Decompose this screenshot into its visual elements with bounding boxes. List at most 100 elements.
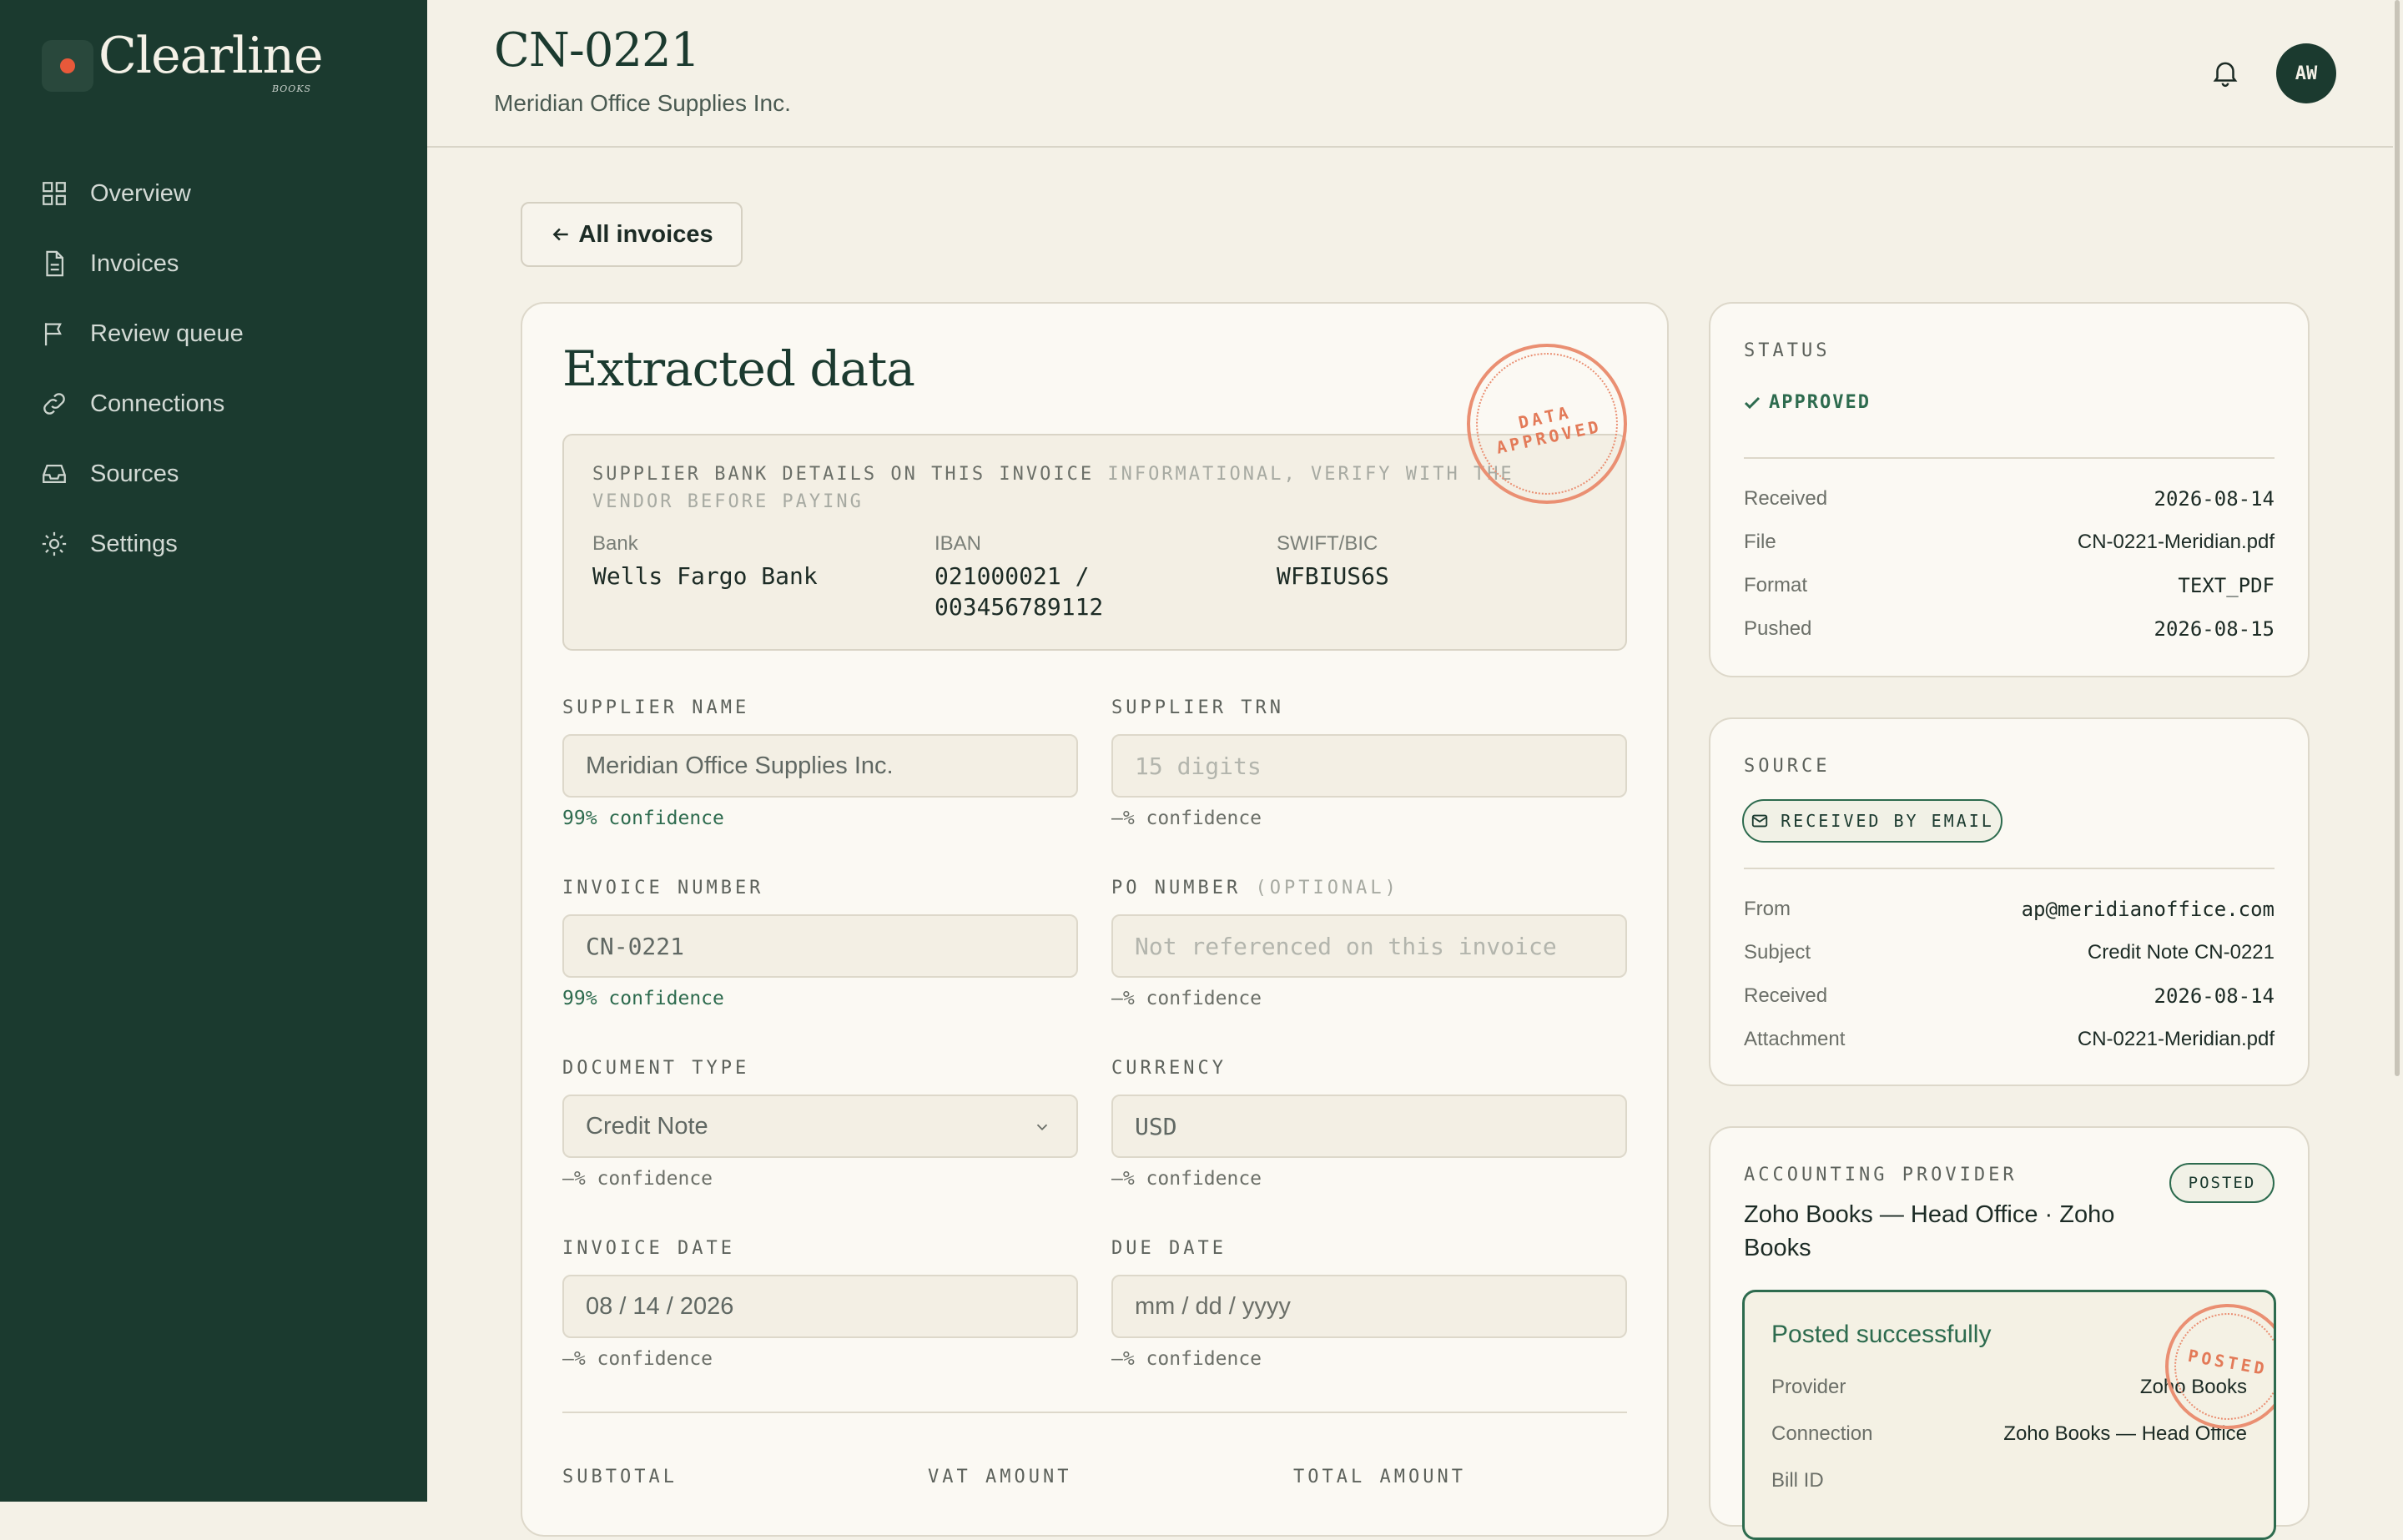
supplier-name-field[interactable]: Meridian Office Supplies Inc. [562, 734, 1078, 798]
confidence-label: —% confidence [1111, 988, 1262, 1009]
source-row-value: CN-0221-Meridian.pdf [2077, 1028, 2275, 1050]
confidence-label: 99% confidence [562, 808, 724, 829]
subtotal-label: SUBTOTAL [562, 1467, 678, 1487]
source-row-key: Received [1744, 984, 1828, 1007]
invoice-date-label: INVOICE DATE [562, 1238, 735, 1259]
document-type-label: DOCUMENT TYPE [562, 1058, 750, 1079]
mail-icon [1751, 814, 1768, 828]
bank-heading: SUPPLIER BANK DETAILS ON THIS INVOICE [592, 464, 1095, 485]
iban-label: IBAN [934, 532, 982, 555]
invoice-number-label: INVOICE NUMBER [562, 878, 764, 898]
status-row-value: 2026-08-14 [2154, 487, 2275, 511]
swift-column: SWIFT/BIC WFBIUS6S [1277, 532, 1389, 591]
document-icon [46, 250, 64, 277]
confidence-label: —% confidence [562, 1348, 713, 1370]
document-type-select[interactable]: Credit Note [562, 1095, 1078, 1158]
received-by-email-badge: RECEIVED BY EMAIL [1742, 799, 2002, 843]
provider-row-key: Connection [1771, 1422, 1873, 1445]
sidebar: Clearline BOOKS Overview Invoices Review… [0, 0, 427, 1502]
provider-name: Zoho Books — Head Office · Zoho Books [1744, 1201, 2115, 1261]
nav-label: Invoices [90, 249, 179, 277]
nav-connections[interactable]: Connections [40, 380, 390, 427]
flag-icon [44, 323, 62, 346]
supplier-trn-field[interactable]: 15 digits [1111, 734, 1627, 798]
bank-column: Bank Wells Fargo Bank [592, 532, 818, 591]
grid-icon [43, 182, 66, 205]
due-date-label: DUE DATE [1111, 1238, 1227, 1259]
link-icon [43, 393, 65, 415]
posted-stamp: POSTED [2165, 1304, 2274, 1429]
divider [562, 1412, 1627, 1413]
scrollbar[interactable] [2395, 0, 2400, 1076]
brand-tag: BOOKS [272, 83, 312, 94]
data-approved-stamp: DATA APPROVED [1467, 344, 1627, 504]
brand-name: Clearline [98, 27, 324, 85]
bank-label: Bank [592, 532, 638, 555]
avatar[interactable]: AW [2276, 43, 2336, 103]
nav-settings[interactable]: Settings [40, 521, 390, 567]
invoice-number-field[interactable]: CN-0221 [562, 914, 1078, 978]
swift-value: WFBIUS6S [1277, 562, 1389, 590]
status-approved: APPROVED [1742, 392, 1871, 413]
source-row-key: Subject [1744, 941, 1811, 964]
nav-label: Review queue [90, 320, 244, 347]
currency-field[interactable]: USD [1111, 1095, 1627, 1158]
confidence-label: —% confidence [562, 1168, 713, 1190]
chevron-down-icon [1036, 1124, 1048, 1131]
bank-details-box: SUPPLIER BANK DETAILS ON THIS INVOICE IN… [562, 434, 1627, 651]
badge-text: RECEIVED BY EMAIL [1781, 811, 1994, 831]
swift-label: SWIFT/BIC [1277, 532, 1378, 555]
status-label: STATUS [1744, 340, 1831, 361]
gear-icon [42, 531, 67, 556]
nav-label: Overview [90, 179, 191, 207]
status-row-key: Received [1744, 487, 1828, 510]
source-row-key: Attachment [1744, 1028, 1846, 1050]
po-number-field[interactable]: Not referenced on this invoice [1111, 914, 1627, 978]
status-row-key: Format [1744, 574, 1808, 596]
posted-title: Posted successfully [1771, 1321, 1992, 1348]
source-row-value: 2026-08-14 [2154, 984, 2275, 1008]
nav-invoices[interactable]: Invoices [40, 240, 390, 287]
top-bar [427, 0, 2393, 148]
confidence-label: —% confidence [1111, 1348, 1262, 1370]
status-row-value: 2026-08-15 [2154, 617, 2275, 641]
due-date-field[interactable]: mm / dd / yyyy [1111, 1275, 1627, 1338]
source-row-value: ap@meridianoffice.com [2021, 898, 2275, 921]
page-title: CN-0221 [494, 23, 700, 78]
supplier-name-label: SUPPLIER NAME [562, 697, 750, 718]
page-subtitle: Meridian Office Supplies Inc. [494, 90, 791, 116]
po-number-label: PO NUMBER (OPTIONAL) [1111, 878, 1399, 898]
provider-label: ACCOUNTING PROVIDER [1744, 1165, 2018, 1185]
back-button[interactable]: All invoices [521, 202, 743, 267]
vat-amount-label: VAT AMOUNT [928, 1467, 1072, 1487]
logo-dot [60, 58, 75, 73]
status-row-key: Pushed [1744, 617, 1812, 640]
nav-overview[interactable]: Overview [40, 170, 390, 217]
document-type-value: Credit Note [586, 1112, 708, 1140]
nav-label: Connections [90, 390, 225, 417]
status-row-value: CN-0221-Meridian.pdf [2077, 531, 2275, 553]
source-row-value: Credit Note CN-0221 [2087, 941, 2275, 964]
invoice-date-field[interactable]: 08 / 14 / 2026 [562, 1275, 1078, 1338]
posted-result-box: Posted successfully Provider Zoho Books … [1742, 1290, 2276, 1540]
inbox-icon [43, 464, 66, 484]
currency-label: CURRENCY [1111, 1058, 1227, 1079]
status-row-key: File [1744, 531, 1776, 553]
status-row-value: TEXT_PDF [2178, 574, 2275, 597]
supplier-trn-label: SUPPLIER TRN [1111, 697, 1284, 718]
posted-badge: POSTED [2169, 1163, 2275, 1203]
total-amount-label: TOTAL AMOUNT [1293, 1467, 1466, 1487]
nav-sources[interactable]: Sources [40, 450, 390, 497]
nav-label: Sources [90, 460, 179, 487]
source-row-key: From [1744, 898, 1791, 920]
status-value: APPROVED [1769, 392, 1871, 413]
bell-icon[interactable] [2209, 57, 2241, 88]
provider-row-key: Bill ID [1771, 1469, 1824, 1492]
arrow-left-icon [552, 228, 569, 241]
check-icon [1744, 396, 1761, 409]
provider-row-key: Provider [1771, 1376, 1846, 1398]
iban-column: IBAN 021000021 /003456789112 [934, 532, 1103, 622]
logo-mark [42, 40, 93, 92]
nav-review-queue[interactable]: Review queue [40, 310, 390, 357]
iban-value: 021000021 /003456789112 [934, 562, 1104, 621]
